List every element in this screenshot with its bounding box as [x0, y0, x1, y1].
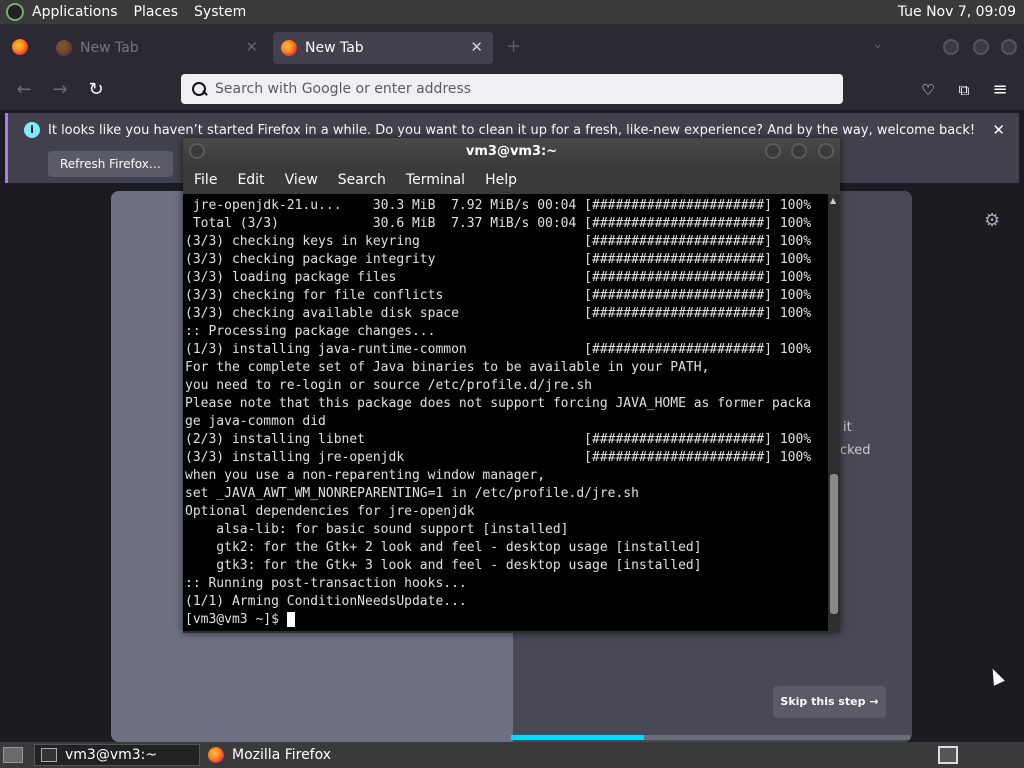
scrollbar-thumb[interactable]: [830, 474, 838, 614]
onboarding-text-fragment: it: [843, 420, 852, 435]
maximize-button[interactable]: [973, 39, 989, 55]
close-icon[interactable]: ✕: [992, 121, 1005, 139]
clock[interactable]: Tue Nov 7, 09:09: [898, 0, 1016, 24]
url-placeholder: Search with Google or enter address: [215, 81, 472, 97]
workspace-switcher[interactable]: [938, 746, 958, 764]
menu-edit[interactable]: Edit: [226, 172, 273, 188]
menu-places[interactable]: Places: [126, 0, 187, 24]
terminal-line: :: Processing package changes...: [185, 324, 436, 339]
terminal-line: Please note that this package does not s…: [185, 396, 812, 411]
terminal-icon: [41, 748, 57, 762]
window-menu-button[interactable]: [189, 143, 205, 159]
forward-arrow-icon[interactable]: →: [48, 78, 72, 102]
terminal-line: (2/3) installing libnet [###############…: [185, 432, 812, 447]
reload-icon[interactable]: ↻: [84, 78, 108, 102]
scroll-up-arrow-icon[interactable]: ▲: [830, 196, 836, 205]
tab-label: New Tab: [80, 40, 139, 56]
maximize-button[interactable]: [791, 143, 807, 159]
close-icon[interactable]: ✕: [470, 38, 483, 56]
terminal-menu-bar: File Edit View Search Terminal Help: [183, 166, 840, 194]
task-label: vm3@vm3:~: [65, 747, 158, 763]
firefox-nav-bar: ← → ↻ Search with Google or enter addres…: [0, 70, 1024, 110]
extensions-icon[interactable]: ⧉: [952, 78, 976, 102]
terminal-line: (3/3) checking keys in keyring [########…: [185, 234, 812, 249]
text-cursor: [286, 612, 295, 627]
terminal-line: you need to re-login or source /etc/prof…: [185, 378, 592, 393]
tab-new-tab-1[interactable]: New Tab ✕: [48, 32, 268, 64]
taskbar-terminal[interactable]: vm3@vm3:~: [34, 744, 200, 766]
show-desktop-button[interactable]: [3, 747, 23, 763]
firefox-icon: [208, 747, 224, 763]
skip-this-step-button[interactable]: Skip this step →: [773, 686, 886, 718]
onboarding-progress-fill: [511, 735, 644, 740]
terminal-line: gtk2: for the Gtk+ 2 look and feel - des…: [185, 540, 702, 555]
minimize-button[interactable]: [765, 143, 781, 159]
terminal-title: vm3@vm3:~: [465, 144, 558, 159]
close-window-button[interactable]: [1001, 39, 1017, 55]
bottom-panel: vm3@vm3:~ Mozilla Firefox: [0, 742, 1024, 768]
terminal-line: (3/3) installing jre-openjdk [##########…: [185, 450, 812, 465]
menu-search[interactable]: Search: [327, 172, 395, 188]
url-bar[interactable]: Search with Google or enter address: [181, 74, 843, 104]
tab-label: New Tab: [305, 40, 364, 56]
top-panel: Applications Places System Tue Nov 7, 09…: [0, 0, 1024, 24]
terminal-line: (3/3) checking package integrity [######…: [185, 252, 812, 267]
terminal-line: when you use a non-reparenting window ma…: [185, 468, 546, 483]
terminal-line: alsa-lib: for basic sound support [insta…: [185, 522, 569, 537]
terminal-prompt-line[interactable]: [vm3@vm3 ~]$: [185, 611, 826, 629]
distro-logo-icon[interactable]: [6, 3, 24, 21]
firefox-tab-bar: New Tab ✕ New Tab ✕ + ⌄: [0, 24, 1024, 70]
firefox-icon: [281, 40, 297, 56]
terminal-line: set _JAVA_AWT_WM_NONREPARENTING=1 in /et…: [185, 486, 639, 501]
tab-new-tab-2[interactable]: New Tab ✕: [273, 32, 493, 64]
terminal-line: Total (3/3) 30.6 MiB 7.37 MiB/s 00:04 [#…: [185, 216, 812, 231]
close-window-button[interactable]: [818, 143, 834, 159]
pocket-icon[interactable]: ♡: [916, 78, 940, 102]
minimize-button[interactable]: [943, 39, 959, 55]
terminal-line: (3/3) checking available disk space [###…: [185, 306, 812, 321]
search-icon: [191, 81, 207, 97]
menu-help[interactable]: Help: [474, 172, 526, 188]
terminal-line: (3/3) loading package files [###########…: [185, 270, 812, 285]
gear-icon[interactable]: ⚙: [984, 210, 1000, 231]
terminal-output[interactable]: jre-openjdk-21.u... 30.3 MiB 7.92 MiB/s …: [183, 194, 828, 631]
back-arrow-icon[interactable]: ←: [12, 78, 36, 102]
onboarding-text-fragment: cked: [840, 443, 871, 458]
terminal-line: :: Running post-transaction hooks...: [185, 576, 467, 591]
task-label: Mozilla Firefox: [232, 747, 332, 763]
onboarding-progress-track: [644, 735, 910, 740]
terminal-line: jre-openjdk-21.u... 30.3 MiB 7.92 MiB/s …: [185, 198, 812, 213]
terminal-line: (3/3) checking for file conflicts [#####…: [185, 288, 812, 303]
new-tab-plus-icon[interactable]: +: [506, 36, 521, 57]
refresh-firefox-button[interactable]: Refresh Firefox…: [48, 151, 173, 177]
hamburger-menu-icon[interactable]: ≡: [988, 78, 1012, 102]
menu-view[interactable]: View: [274, 172, 327, 188]
info-icon: i: [24, 122, 40, 138]
menu-terminal[interactable]: Terminal: [395, 172, 474, 188]
terminal-line: gtk3: for the Gtk+ 3 look and feel - des…: [185, 558, 702, 573]
menu-applications[interactable]: Applications: [24, 0, 126, 24]
terminal-scrollbar[interactable]: ▲: [828, 194, 840, 631]
terminal-line: Optional dependencies for jre-openjdk: [185, 504, 475, 519]
terminal-title-bar[interactable]: vm3@vm3:~: [183, 138, 840, 166]
terminal-line: ge java-common did: [185, 414, 326, 429]
menu-system[interactable]: System: [186, 0, 254, 24]
terminal-line: (1/3) installing java-runtime-common [##…: [185, 342, 812, 357]
menu-file[interactable]: File: [183, 172, 226, 188]
terminal-prompt: [vm3@vm3 ~]$: [185, 612, 287, 627]
close-icon[interactable]: ✕: [245, 38, 258, 56]
firefox-view-icon[interactable]: [12, 39, 28, 55]
chevron-down-icon[interactable]: ⌄: [872, 36, 884, 52]
firefox-icon: [56, 40, 72, 56]
terminal-window: vm3@vm3:~ File Edit View Search Terminal…: [183, 138, 840, 633]
taskbar-firefox[interactable]: Mozilla Firefox: [204, 744, 404, 766]
terminal-line: For the complete set of Java binaries to…: [185, 360, 710, 375]
terminal-line: (1/1) Arming ConditionNeedsUpdate...: [185, 594, 467, 609]
notification-message: It looks like you haven’t started Firefo…: [48, 123, 976, 138]
